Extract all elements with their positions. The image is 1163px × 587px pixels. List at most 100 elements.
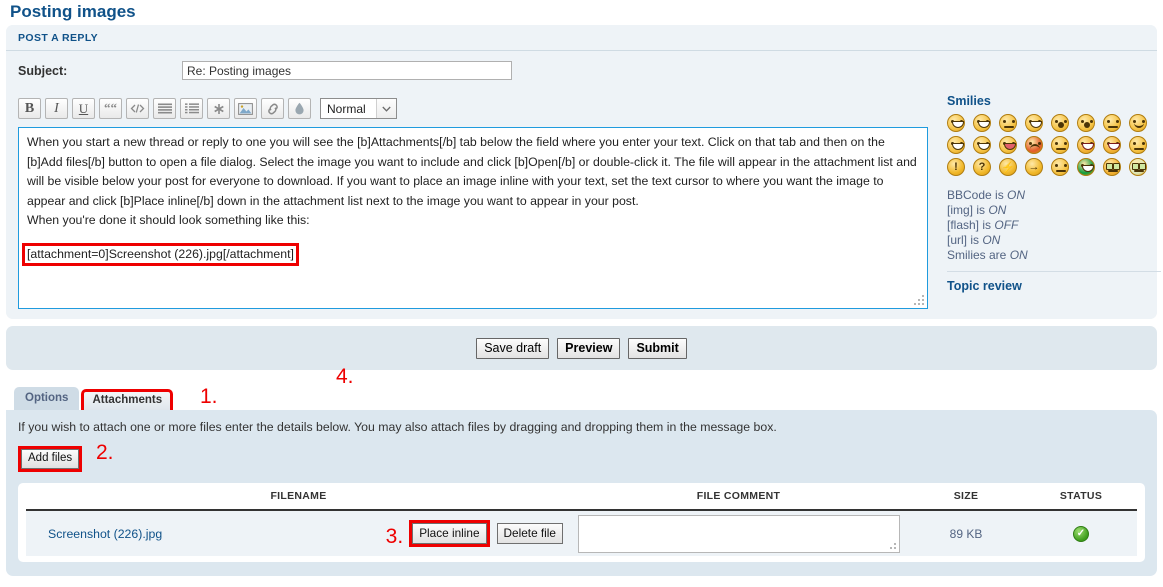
bbcode-status-list: BBCode is ON [img] is ON [flash] is OFF [ur…	[947, 188, 1161, 263]
smiley-confused[interactable]	[1103, 114, 1121, 132]
tab-options[interactable]: Options	[14, 387, 80, 410]
place-inline-button[interactable]: Place inline	[412, 523, 487, 544]
ordered-list-icon[interactable]	[180, 98, 203, 119]
column-header-filename: FILENAME	[270, 490, 327, 502]
underline-button[interactable]: U	[72, 98, 95, 119]
page-title: Posting images	[10, 2, 136, 21]
attachments-panel: If you wish to attach one or more files …	[6, 410, 1157, 576]
topic-review-link[interactable]: Topic review	[947, 279, 1161, 293]
save-draft-button[interactable]: Save draft	[476, 337, 550, 359]
textarea-resize-grip[interactable]	[914, 295, 924, 305]
font-size-value: Normal	[327, 101, 366, 116]
bbcode-status-label: BBCode is	[947, 188, 1008, 202]
smiley-laugh[interactable]	[947, 136, 965, 154]
smiley-devil-grin[interactable]	[1103, 136, 1121, 154]
column-header-file-comment: FILE COMMENT	[696, 490, 781, 502]
status-ok-icon: ✓	[1073, 525, 1089, 542]
bbcode-status-label: [flash] is	[947, 218, 995, 232]
message-paragraph-2: When you're done it should look somethin…	[27, 213, 310, 227]
bold-button[interactable]: B	[18, 98, 41, 119]
smilies-panel: Smilies !? ⚡ → BBCode is ON [img] is ON [fla…	[947, 94, 1161, 293]
table-row: Screenshot (226).jpg 3. Place inline Del…	[26, 511, 1137, 556]
smiley-tongue-out[interactable]	[999, 136, 1017, 154]
smiley-grin-teeth[interactable]	[973, 114, 991, 132]
message-paragraph-1: When you start a new thread or reply to …	[27, 135, 917, 208]
smiley-shocked[interactable]	[1077, 114, 1095, 132]
bbcode-status-value: ON	[982, 233, 1001, 247]
submit-bar: Save draft Preview Submit	[6, 326, 1157, 370]
annotation-step-4: 4.	[336, 365, 354, 388]
delete-file-button[interactable]: Delete file	[496, 523, 563, 544]
column-header-size: SIZE	[953, 490, 979, 502]
bbcode-status-row: [flash] is OFF	[947, 218, 1161, 233]
chevron-down-icon[interactable]	[375, 99, 396, 118]
italic-button[interactable]: I	[45, 98, 68, 119]
bbcode-status-row: [img] is ON	[947, 203, 1161, 218]
attachment-filename-link[interactable]: Screenshot (226).jpg	[26, 527, 162, 541]
annotation-step-3: 3.	[385, 524, 404, 548]
smiley-sad-teeth[interactable]	[1025, 114, 1043, 132]
smiley-ugeek[interactable]	[1129, 158, 1147, 176]
smiley-big-grin[interactable]	[947, 114, 965, 132]
bbcode-status-label: [url] is	[947, 233, 983, 247]
annotation-step-2: 2.	[96, 441, 114, 464]
smiley-grimace[interactable]	[973, 136, 991, 154]
smiley-surprised[interactable]	[1051, 114, 1069, 132]
post-a-reply-header: POST A REPLY	[6, 25, 1157, 51]
posting-page: Posting images POST A REPLY Subject: B I…	[0, 0, 1163, 587]
panel-tabs: Options Attachments 1.	[14, 385, 1163, 410]
color-droplet-icon[interactable]	[288, 98, 311, 119]
smiley-angry-red[interactable]	[1025, 136, 1043, 154]
attachments-hint: If you wish to attach one or more files …	[18, 420, 777, 434]
quote-icon[interactable]: ““	[99, 98, 122, 119]
font-size-select[interactable]: Normal	[320, 98, 397, 119]
smiley-mr-green[interactable]	[1077, 158, 1095, 176]
bbcode-status-value: OFF	[994, 218, 1019, 232]
link-icon[interactable]	[261, 98, 284, 119]
subject-label: Subject:	[18, 63, 68, 78]
post-reply-panel: POST A REPLY Subject: B I U ““	[6, 25, 1161, 388]
bbcode-status-row: [url] is ON	[947, 233, 1161, 248]
add-files-highlight: Add files	[18, 446, 83, 472]
asterisk-icon[interactable]	[207, 98, 230, 119]
preview-button[interactable]: Preview	[557, 337, 621, 359]
file-comment-input[interactable]	[577, 514, 900, 553]
bbcode-status-value: ON	[1007, 188, 1026, 202]
image-icon[interactable]	[234, 98, 257, 119]
comment-resize-grip[interactable]	[886, 539, 896, 549]
unordered-list-icon[interactable]	[153, 98, 176, 119]
tab-attachments[interactable]: Attachments	[81, 389, 174, 410]
bbcode-status-row: Smilies are ON	[947, 248, 1161, 263]
smiley-dizzy[interactable]	[1129, 136, 1147, 154]
smiley-devil[interactable]	[1077, 136, 1095, 154]
attachment-size: 89 KB	[949, 526, 983, 541]
bbcode-status-value: ON	[1009, 248, 1028, 262]
editor-shell: B I U ““ Normal When you start a new thr…	[6, 90, 1161, 388]
row-actions: Place inline Delete file	[409, 520, 563, 547]
smiley-wink[interactable]	[999, 114, 1017, 132]
attachments-table-header: FILENAME FILE COMMENT SIZE STATUS	[26, 483, 1137, 511]
column-header-status: STATUS	[1059, 490, 1103, 502]
smiley-neutral-2[interactable]	[1051, 158, 1069, 176]
smiley-cool-sunglasses[interactable]	[1129, 114, 1147, 132]
bbcode-status-row: BBCode is ON	[947, 188, 1161, 203]
smiley-question[interactable]: ?	[973, 158, 991, 176]
bbcode-status-value: ON	[988, 203, 1007, 217]
smiley-geek[interactable]	[1103, 158, 1121, 176]
submit-button[interactable]: Submit	[628, 337, 687, 359]
add-files-button[interactable]: Add files	[21, 449, 80, 469]
place-inline-highlight: Place inline	[409, 520, 490, 547]
smiley-arrow[interactable]: →	[1025, 158, 1043, 176]
message-textarea[interactable]: When you start a new thread or reply to …	[18, 127, 928, 309]
smiley-grid: !? ⚡ →	[947, 112, 1161, 178]
smiley-idea[interactable]: ⚡	[999, 158, 1017, 176]
smiley-exclamation[interactable]: !	[947, 158, 965, 176]
subject-input[interactable]	[182, 61, 512, 80]
bbcode-status-label: Smilies are	[947, 248, 1010, 262]
bbcode-status-label: [img] is	[947, 203, 989, 217]
add-files-wrap: Add files 2.	[18, 441, 114, 472]
smiley-neutral[interactable]	[1051, 136, 1069, 154]
code-icon[interactable]	[126, 98, 149, 119]
attachment-bbcode-highlight: [attachment=0]Screenshot (226).jpg[/atta…	[22, 243, 299, 266]
smilies-title: Smilies	[947, 94, 991, 108]
